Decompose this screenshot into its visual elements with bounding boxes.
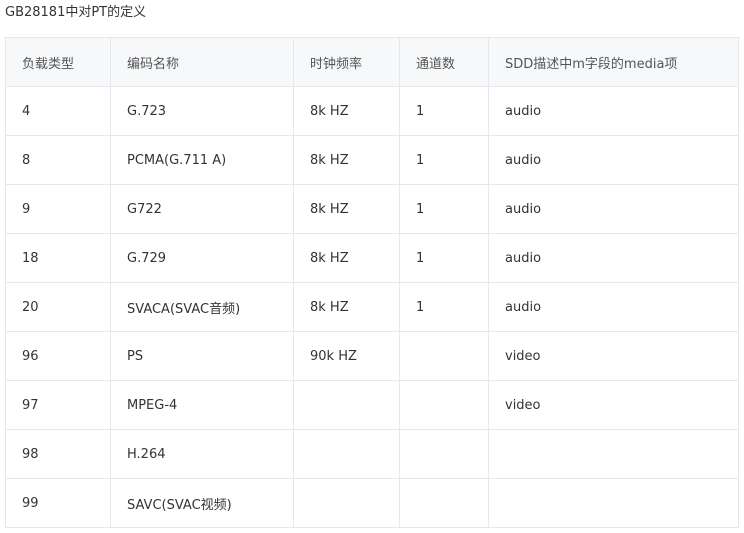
cell-payload-type: 8 — [5, 135, 111, 185]
cell-channels: 1 — [399, 282, 489, 332]
cell-clock-rate: 8k HZ — [293, 135, 400, 185]
table-row: 18 G.729 8k HZ 1 audio — [5, 233, 739, 283]
cell-payload-type: 20 — [5, 282, 111, 332]
cell-encoding-name: G.723 — [110, 86, 294, 136]
table-row: 99 SAVC(SVAC视频) — [5, 478, 739, 528]
cell-clock-rate: 8k HZ — [293, 282, 400, 332]
cell-payload-type: 97 — [5, 380, 111, 430]
table-row: 4 G.723 8k HZ 1 audio — [5, 86, 739, 136]
cell-clock-rate — [293, 429, 400, 479]
header-clock-rate: 时钟频率 — [293, 37, 400, 87]
cell-channels — [399, 478, 489, 528]
cell-channels: 1 — [399, 233, 489, 283]
cell-encoding-name: PS — [110, 331, 294, 381]
cell-media-type: audio — [488, 233, 739, 283]
header-encoding-name: 编码名称 — [110, 37, 294, 87]
cell-payload-type: 18 — [5, 233, 111, 283]
cell-channels: 1 — [399, 86, 489, 136]
cell-clock-rate — [293, 478, 400, 528]
cell-media-type — [488, 478, 739, 528]
cell-payload-type: 9 — [5, 184, 111, 234]
cell-encoding-name: PCMA(G.711 A) — [110, 135, 294, 185]
cell-clock-rate: 8k HZ — [293, 233, 400, 283]
cell-encoding-name: SVACA(SVAC音频) — [110, 282, 294, 332]
cell-payload-type: 98 — [5, 429, 111, 479]
cell-clock-rate: 90k HZ — [293, 331, 400, 381]
table-row: 8 PCMA(G.711 A) 8k HZ 1 audio — [5, 135, 739, 185]
cell-media-type — [488, 429, 739, 479]
header-channels: 通道数 — [399, 37, 489, 87]
cell-media-type: audio — [488, 184, 739, 234]
table-header: 负载类型 编码名称 时钟频率 通道数 SDD描述中m字段的media项 — [5, 37, 739, 87]
table-row: 98 H.264 — [5, 429, 739, 479]
cell-channels — [399, 331, 489, 381]
cell-media-type: video — [488, 331, 739, 381]
cell-payload-type: 4 — [5, 86, 111, 136]
cell-media-type: audio — [488, 135, 739, 185]
payload-type-table: 负载类型 编码名称 时钟频率 通道数 SDD描述中m字段的media项 4 G.… — [5, 37, 739, 528]
cell-media-type: audio — [488, 86, 739, 136]
table-row: 20 SVACA(SVAC音频) 8k HZ 1 audio — [5, 282, 739, 332]
cell-encoding-name: G722 — [110, 184, 294, 234]
table-body: 4 G.723 8k HZ 1 audio 8 PCMA(G.711 A) 8k… — [5, 86, 739, 528]
table-row: 97 MPEG-4 video — [5, 380, 739, 430]
table-row: 9 G722 8k HZ 1 audio — [5, 184, 739, 234]
cell-clock-rate: 8k HZ — [293, 184, 400, 234]
table-caption: GB28181中对PT的定义 — [5, 5, 147, 20]
cell-payload-type: 99 — [5, 478, 111, 528]
cell-encoding-name: G.729 — [110, 233, 294, 283]
cell-media-type: audio — [488, 282, 739, 332]
cell-clock-rate: 8k HZ — [293, 86, 400, 136]
cell-channels: 1 — [399, 135, 489, 185]
cell-media-type: video — [488, 380, 739, 430]
cell-payload-type: 96 — [5, 331, 111, 381]
cell-encoding-name: MPEG-4 — [110, 380, 294, 430]
header-media-type: SDD描述中m字段的media项 — [488, 37, 739, 87]
cell-channels — [399, 429, 489, 479]
table-row: 96 PS 90k HZ video — [5, 331, 739, 381]
cell-encoding-name: H.264 — [110, 429, 294, 479]
cell-channels: 1 — [399, 184, 489, 234]
header-payload-type: 负载类型 — [5, 37, 111, 87]
cell-encoding-name: SAVC(SVAC视频) — [110, 478, 294, 528]
header-row: 负载类型 编码名称 时钟频率 通道数 SDD描述中m字段的media项 — [5, 37, 739, 87]
cell-channels — [399, 380, 489, 430]
cell-clock-rate — [293, 380, 400, 430]
